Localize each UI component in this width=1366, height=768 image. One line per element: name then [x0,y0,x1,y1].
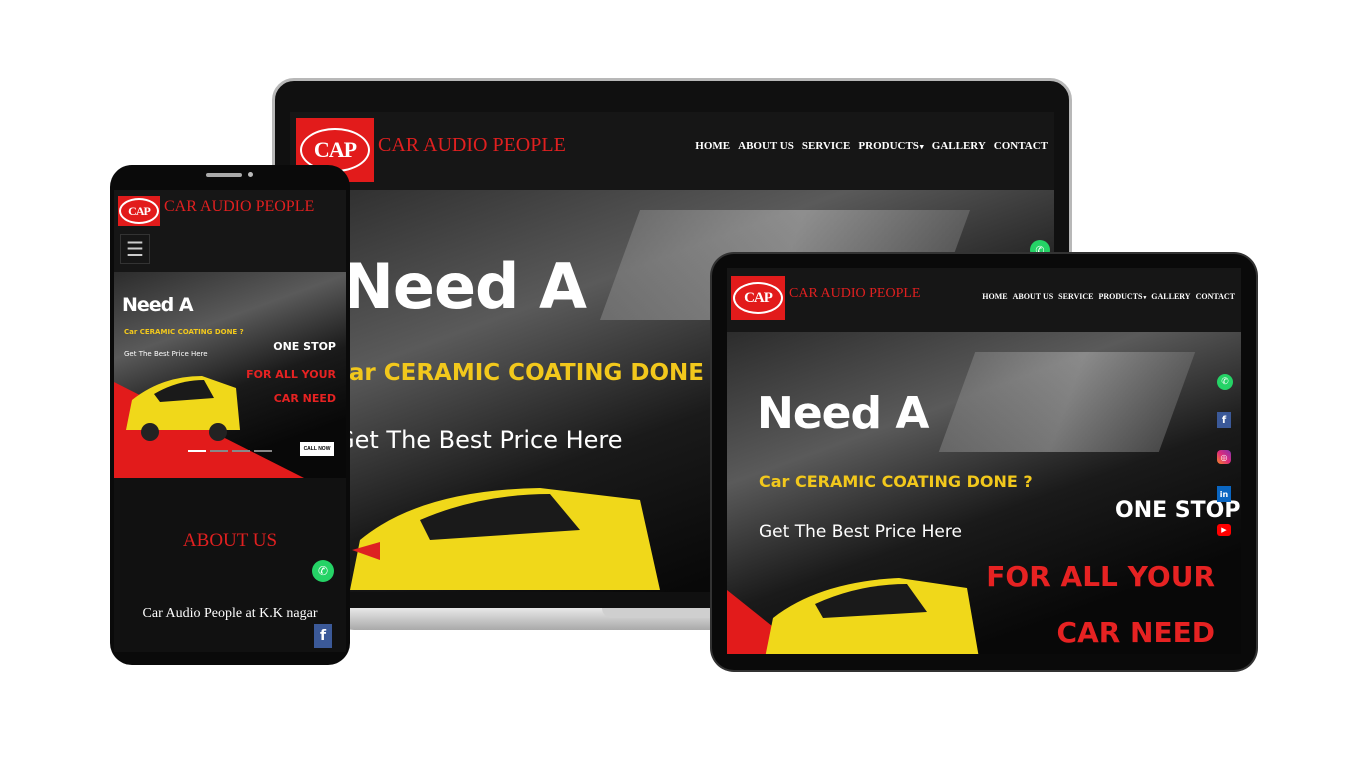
chevron-down-icon: ▾ [1143,295,1147,301]
facebook-icon[interactable]: f [314,624,332,648]
tablet-hero: Need A Car CERAMIC COATING DONE ? Get Th… [727,332,1241,654]
phone-hero-headline: Need A [122,294,194,316]
hero-subtitle: Car CERAMIC COATING DONE ? [332,360,726,386]
whatsapp-icon[interactable]: ✆ [312,560,334,582]
phone-camera [248,172,253,177]
tablet-hero-subtitle: Car CERAMIC COATING DONE ? [759,472,1033,491]
phone-speaker [206,173,242,177]
tablet-nav: HOME ABOUT US SERVICE PRODUCTS▾ GALLERY … [982,292,1235,301]
hero-cta-text: Get The Best Price Here [336,426,623,454]
yellow-car-image [350,488,660,590]
tablet-yellow-car-image [765,578,979,654]
tablet-nav-service[interactable]: SERVICE [1058,292,1093,301]
slider-dot[interactable] [210,450,228,452]
main-nav: HOME ABOUT US SERVICE PRODUCTS▾ GALLERY … [695,140,1048,152]
tablet-hero-headline: Need A [757,388,929,439]
tablet-logo[interactable]: CAP [731,276,785,320]
tablet-side-line2: CAR NEED [1056,616,1215,649]
youtube-icon[interactable]: ▶ [1217,524,1231,536]
nav-products[interactable]: PRODUCTS▾ [858,140,923,152]
instagram-icon[interactable]: ◎ [1217,450,1231,464]
nav-home[interactable]: HOME [695,140,730,152]
about-section: ABOUT US Car Audio People at K.K nagar ✆… [114,478,346,652]
hamburger-menu-icon[interactable]: ☰ [120,234,150,264]
phone-yellow-car-image [126,376,240,441]
whatsapp-icon[interactable]: ✆ [1217,374,1233,390]
phone-logo-mark: CAP [119,198,159,224]
phone-brand-name[interactable]: CAR AUDIO PEOPLE [164,198,314,216]
tablet-side-line1: FOR ALL YOUR [986,560,1215,593]
chevron-down-icon: ▾ [919,142,924,151]
phone-side-line1: FOR ALL YOUR [246,368,336,381]
linkedin-icon[interactable]: in [1217,486,1231,502]
slider-indicators [188,450,272,452]
phone-hero-subtitle: Car CERAMIC COATING DONE ? [124,328,244,336]
tablet-nav-contact[interactable]: CONTACT [1196,292,1235,301]
phone-hero-cta-text: Get The Best Price Here [124,350,208,358]
site-header: CAP CAR AUDIO PEOPLE HOME ABOUT US SERVI… [290,112,1054,190]
brand-name[interactable]: CAR AUDIO PEOPLE [378,134,566,157]
nav-about[interactable]: ABOUT US [738,140,794,152]
phone-logo[interactable]: CAP [118,196,160,226]
phone-screen: CAP CAR AUDIO PEOPLE ☰ Need A Car CERAMI… [114,190,346,652]
nav-products-label: PRODUCTS [858,140,919,152]
slider-dot[interactable] [188,450,206,452]
tablet-nav-products-label: PRODUCTS [1098,292,1143,301]
nav-contact[interactable]: CONTACT [994,140,1048,152]
nav-gallery[interactable]: GALLERY [932,140,986,152]
nav-service[interactable]: SERVICE [802,140,851,152]
tablet-nav-products[interactable]: PRODUCTS▾ [1098,292,1146,301]
call-now-button[interactable]: CALL NOW [300,442,334,456]
phone-side-top: ONE STOP [273,340,336,353]
tablet-nav-gallery[interactable]: GALLERY [1151,292,1190,301]
tablet-nav-about[interactable]: ABOUT US [1013,292,1054,301]
tablet-brand-name[interactable]: CAR AUDIO PEOPLE [789,286,920,302]
phone-hero: Need A Car CERAMIC COATING DONE ? Get Th… [114,272,346,478]
about-heading: ABOUT US [182,530,278,551]
slider-dot[interactable] [232,450,250,452]
tablet-car-window [938,352,1196,452]
slider-dot[interactable] [254,450,272,452]
tablet-social-bar: ✆ f ◎ in ▶ [1217,374,1233,536]
tablet-header: CAP CAR AUDIO PEOPLE HOME ABOUT US SERVI… [727,268,1241,332]
tablet-hero-cta-text: Get The Best Price Here [759,522,962,542]
hero-headline: Need A [342,250,587,323]
tablet-screen: CAP CAR AUDIO PEOPLE HOME ABOUT US SERVI… [727,268,1241,654]
tablet-nav-home[interactable]: HOME [982,292,1007,301]
facebook-icon[interactable]: f [1217,412,1231,428]
about-text: Car Audio People at K.K nagar [142,606,318,621]
phone-header: CAP CAR AUDIO PEOPLE ☰ [114,190,346,272]
tablet-logo-mark: CAP [733,282,783,314]
